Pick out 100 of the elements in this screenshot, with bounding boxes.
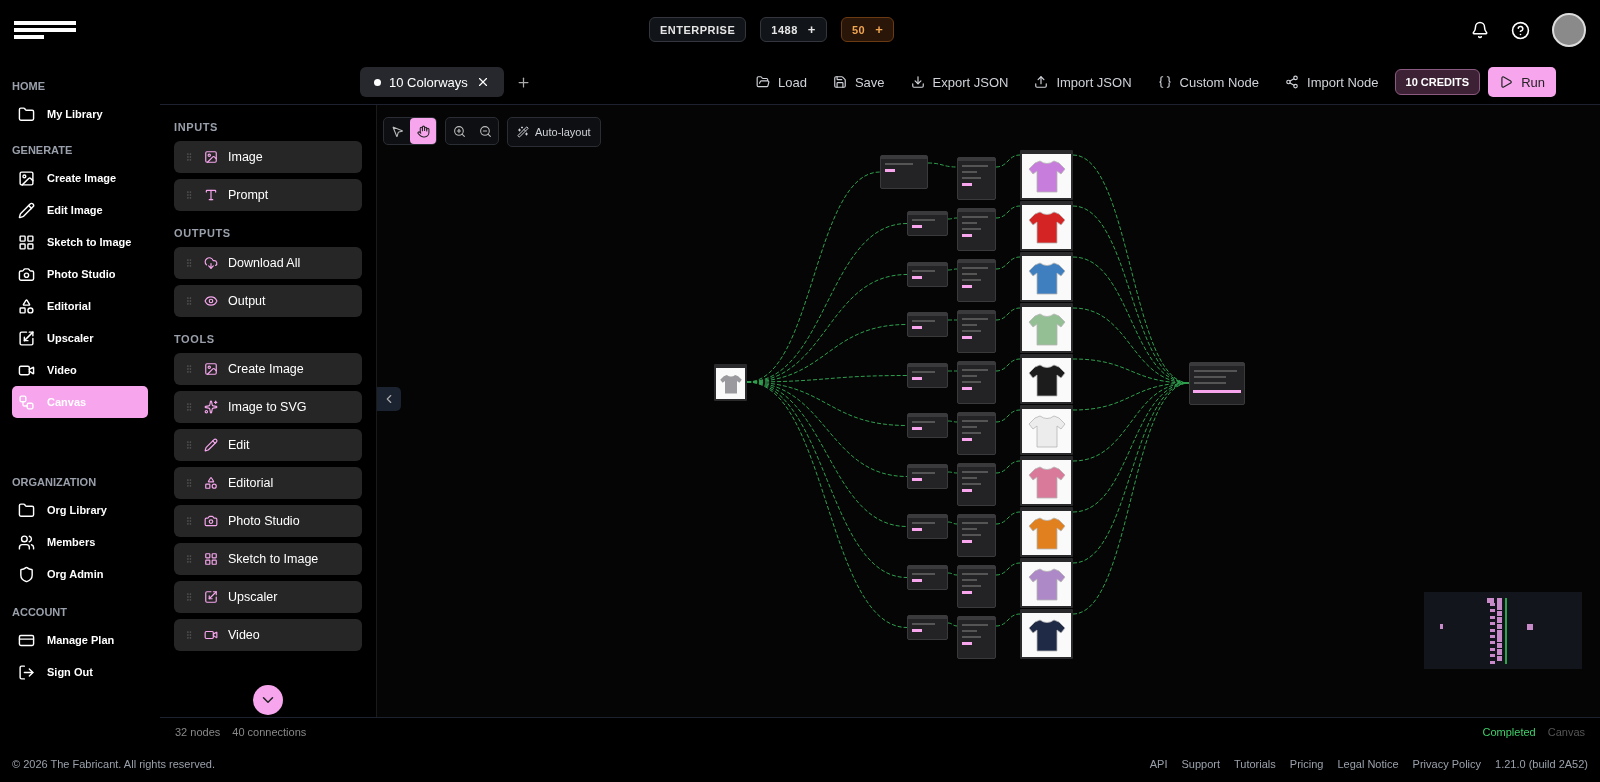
node-palette-item[interactable]: Image (174, 141, 362, 173)
prompt-node[interactable] (907, 565, 948, 590)
drag-handle-icon[interactable] (184, 554, 194, 564)
sidebar-item[interactable]: My Library (12, 98, 148, 130)
add-credits-button[interactable]: + (875, 22, 884, 37)
drag-handle-icon[interactable] (184, 152, 194, 162)
sidebar-item[interactable]: Upscaler (12, 322, 148, 354)
drag-handle-icon[interactable] (184, 402, 194, 412)
node-palette-item[interactable]: Sketch to Image (174, 543, 362, 575)
prompt-node[interactable] (907, 363, 948, 388)
node-palette-item[interactable]: Download All (174, 247, 362, 279)
node-palette-item[interactable]: Prompt (174, 179, 362, 211)
sidebar-item[interactable]: Manage Plan (12, 624, 148, 656)
drag-handle-icon[interactable] (184, 440, 194, 450)
add-credits-button[interactable]: + (807, 22, 816, 37)
node-palette-item[interactable]: Photo Studio (174, 505, 362, 537)
sidebar-item[interactable]: Org Library (12, 494, 148, 526)
hand-tool-button[interactable] (410, 118, 436, 144)
drag-handle-icon[interactable] (184, 190, 194, 200)
credit-balance-badge[interactable]: 1488 + (760, 17, 827, 42)
plan-badge[interactable]: ENTERPRISE (649, 17, 747, 42)
image-node[interactable] (1020, 558, 1073, 608)
prompt-node[interactable] (907, 211, 948, 236)
output-node[interactable] (1189, 362, 1245, 405)
sidebar-item[interactable]: Video (12, 354, 148, 386)
edit-node[interactable] (957, 616, 996, 659)
toolbar-action-button[interactable]: Export JSON (910, 74, 1009, 90)
prompt-node[interactable] (907, 413, 948, 438)
sidebar-item[interactable]: Photo Studio (12, 258, 148, 290)
toolbar-action-button[interactable]: Custom Node (1157, 74, 1259, 90)
prompt-node[interactable] (907, 615, 948, 640)
toolbar-action-button[interactable]: Import JSON (1034, 74, 1132, 90)
edit-node[interactable] (957, 259, 996, 302)
scroll-down-button[interactable] (253, 685, 283, 715)
node-palette-item[interactable]: Upscaler (174, 581, 362, 613)
image-node[interactable] (1020, 201, 1073, 251)
run-button[interactable]: Run (1488, 67, 1556, 97)
sidebar-item[interactable]: Org Admin (12, 558, 148, 590)
drag-handle-icon[interactable] (184, 516, 194, 526)
image-node[interactable] (1020, 150, 1073, 200)
source-image-node[interactable] (714, 364, 747, 401)
node-canvas[interactable]: Auto-layout (377, 105, 1600, 717)
edit-node[interactable] (957, 310, 996, 353)
footer-link[interactable]: Privacy Policy (1412, 757, 1482, 770)
footer-link[interactable]: Tutorials (1234, 757, 1276, 770)
footer-link[interactable]: API (1149, 757, 1168, 770)
drag-handle-icon[interactable] (184, 630, 194, 640)
logo-icon[interactable] (14, 21, 76, 39)
sidebar-item[interactable]: Sketch to Image (12, 226, 148, 258)
edit-node[interactable] (957, 361, 996, 404)
sidebar-item[interactable]: Members (12, 526, 148, 558)
prompt-node[interactable] (907, 262, 948, 287)
image-node[interactable] (1020, 405, 1073, 455)
edit-node[interactable] (957, 412, 996, 455)
drag-handle-icon[interactable] (184, 296, 194, 306)
image-node[interactable] (1020, 303, 1073, 353)
node-palette-item[interactable]: Output (174, 285, 362, 317)
prompt-node[interactable] (907, 464, 948, 489)
document-tab[interactable]: 10 Colorways (360, 67, 504, 97)
footer-link[interactable]: Legal Notice (1337, 757, 1399, 770)
image-node[interactable] (1020, 354, 1073, 404)
prompt-node[interactable] (907, 312, 948, 337)
image-node[interactable] (1020, 252, 1073, 302)
drag-handle-icon[interactable] (184, 258, 194, 268)
sidebar-item[interactable]: Sign Out (12, 656, 148, 688)
image-node[interactable] (1020, 456, 1073, 506)
auto-layout-button[interactable]: Auto-layout (507, 117, 601, 147)
node-palette-item[interactable]: Image to SVG (174, 391, 362, 423)
notification-bell-icon[interactable] (1471, 21, 1489, 39)
add-tab-icon[interactable] (515, 74, 531, 90)
zoom-out-icon (478, 124, 492, 138)
prompt-node[interactable] (907, 514, 948, 539)
credit-balance-badge[interactable]: 50 + (840, 17, 895, 42)
drag-handle-icon[interactable] (184, 592, 194, 602)
minimap[interactable] (1424, 592, 1582, 669)
collapse-panel-button[interactable] (377, 387, 401, 411)
user-avatar[interactable] (1552, 13, 1586, 47)
edit-node[interactable] (957, 208, 996, 251)
node-palette-item[interactable]: Video (174, 619, 362, 651)
image-node[interactable] (1020, 507, 1073, 557)
toolbar-action-button[interactable]: Save (832, 74, 885, 90)
node-palette-item[interactable]: Create Image (174, 353, 362, 385)
edit-node[interactable] (957, 157, 996, 200)
prompt-node[interactable] (880, 155, 928, 189)
drag-handle-icon[interactable] (184, 478, 194, 488)
help-icon[interactable] (1511, 20, 1530, 40)
drag-handle-icon[interactable] (184, 364, 194, 374)
node-palette-item[interactable]: Editorial (174, 467, 362, 499)
sidebar-item[interactable]: Create Image (12, 162, 148, 194)
image-node[interactable] (1020, 609, 1073, 659)
node-palette-item[interactable]: Edit (174, 429, 362, 461)
sidebar-item[interactable]: Editorial (12, 290, 148, 322)
footer-link[interactable]: Pricing (1289, 757, 1324, 770)
edit-node[interactable] (957, 463, 996, 506)
toolbar-action-button[interactable]: Load (756, 74, 807, 90)
sidebar-item[interactable]: Edit Image (12, 194, 148, 226)
edit-node[interactable] (957, 565, 996, 608)
toolbar-action-button[interactable]: Import Node (1285, 74, 1379, 90)
footer-link[interactable]: Support (1181, 757, 1220, 770)
edit-node[interactable] (957, 514, 996, 557)
